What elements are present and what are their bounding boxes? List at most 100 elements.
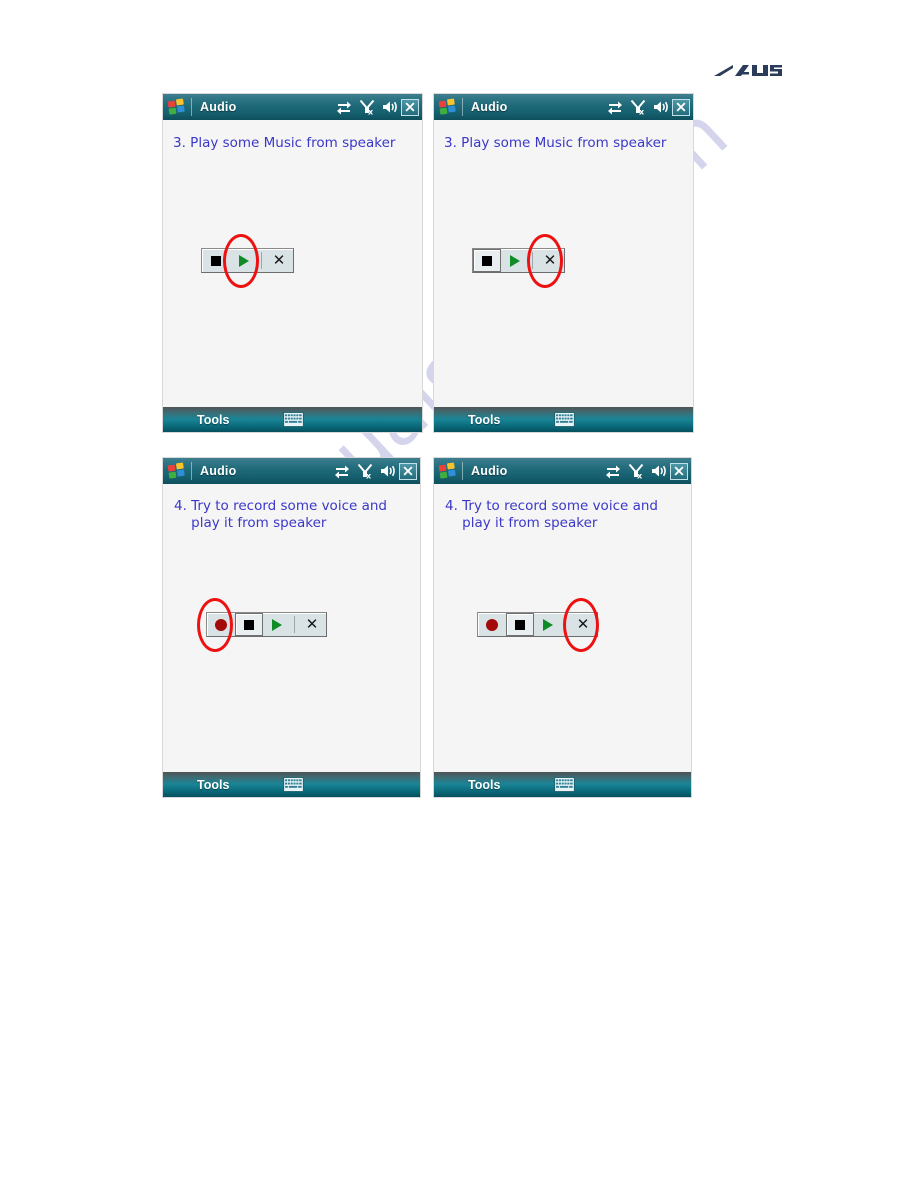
bottom-toolbar: Tools xyxy=(434,407,693,432)
close-button[interactable]: ✕ xyxy=(265,249,293,272)
toolbar-separator xyxy=(261,252,262,269)
window-close-button[interactable] xyxy=(670,462,688,480)
signal-off-icon[interactable]: x xyxy=(628,463,644,481)
keyboard-icon[interactable] xyxy=(283,412,305,427)
volume-icon[interactable] xyxy=(653,99,669,115)
volume-icon[interactable] xyxy=(651,463,667,479)
titlebar: Audio x xyxy=(434,458,691,484)
instruction-text: 4. Try to record some voice and play it … xyxy=(174,498,387,531)
titlebar-divider xyxy=(462,98,463,116)
stop-button[interactable] xyxy=(235,613,263,636)
stop-button[interactable] xyxy=(506,613,534,636)
titlebar-status-icons: x xyxy=(334,463,396,481)
bottom-toolbar: Tools xyxy=(163,772,420,797)
play-button[interactable] xyxy=(501,249,529,272)
instruction-text: 4. Try to record some voice and play it … xyxy=(445,498,658,531)
play-button[interactable] xyxy=(230,249,258,272)
play-button[interactable] xyxy=(534,613,562,636)
play-icon xyxy=(510,254,520,267)
audio-control-toolbar: ✕ xyxy=(206,612,327,637)
record-icon xyxy=(486,618,498,631)
device-panel-4: Audio x 4. Try to record some voice and … xyxy=(434,458,691,797)
close-icon: ✕ xyxy=(543,251,557,269)
connectivity-icon[interactable] xyxy=(607,99,623,115)
signal-off-icon[interactable]: x xyxy=(630,99,646,117)
toolbar-separator xyxy=(565,616,566,633)
windows-logo-icon xyxy=(438,98,457,116)
record-button[interactable] xyxy=(478,613,506,636)
connectivity-icon[interactable] xyxy=(334,463,350,479)
titlebar-divider xyxy=(191,462,192,480)
device-panel-1: Audio x 3. Play some Music from speaker … xyxy=(163,94,422,432)
stop-icon xyxy=(211,255,221,266)
audio-control-toolbar: ✕ xyxy=(201,248,294,273)
window-close-button[interactable] xyxy=(672,98,690,116)
window-close-button[interactable] xyxy=(401,98,419,116)
tools-menu-button[interactable]: Tools xyxy=(197,778,229,792)
close-icon: ✕ xyxy=(305,615,319,633)
stop-button[interactable] xyxy=(202,249,230,272)
instruction-text: 3. Play some Music from speaker xyxy=(173,135,396,151)
volume-icon[interactable] xyxy=(382,99,398,115)
audio-control-toolbar: ✕ xyxy=(477,612,598,637)
titlebar: Audio x xyxy=(163,94,422,120)
close-icon: ✕ xyxy=(272,251,286,269)
keyboard-icon[interactable] xyxy=(283,777,305,792)
keyboard-icon[interactable] xyxy=(554,777,576,792)
titlebar-divider xyxy=(462,462,463,480)
tools-menu-button[interactable]: Tools xyxy=(468,413,500,427)
window-title: Audio xyxy=(200,464,237,478)
audio-control-toolbar-wrapper: ✕ xyxy=(472,234,565,288)
tools-menu-button[interactable]: Tools xyxy=(468,778,500,792)
client-area: 4. Try to record some voice and play it … xyxy=(163,484,420,772)
connectivity-icon[interactable] xyxy=(605,463,621,479)
play-icon xyxy=(272,618,282,631)
stop-button[interactable] xyxy=(473,249,501,272)
device-panel-2: Audio x 3. Play some Music from speaker … xyxy=(434,94,693,432)
keyboard-icon[interactable] xyxy=(554,412,576,427)
windows-logo-icon xyxy=(167,462,186,480)
titlebar-status-icons: x xyxy=(607,99,669,117)
device-panel-3: Audio x 4. Try to record some voice and … xyxy=(163,458,420,797)
play-button[interactable] xyxy=(263,613,291,636)
client-area: 3. Play some Music from speaker ✕ xyxy=(434,120,693,407)
toolbar-separator xyxy=(532,252,533,269)
play-icon xyxy=(239,254,249,267)
audio-control-toolbar-wrapper: ✕ xyxy=(477,598,599,652)
client-area: 4. Try to record some voice and play it … xyxy=(434,484,691,772)
svg-text:x: x xyxy=(368,108,374,116)
bottom-toolbar: Tools xyxy=(434,772,691,797)
titlebar: Audio x xyxy=(434,94,693,120)
window-title: Audio xyxy=(471,464,508,478)
connectivity-icon[interactable] xyxy=(336,99,352,115)
signal-off-icon[interactable]: x xyxy=(357,463,373,481)
volume-icon[interactable] xyxy=(380,463,396,479)
close-button[interactable]: ✕ xyxy=(536,249,564,272)
stop-icon xyxy=(515,619,525,630)
tools-menu-button[interactable]: Tools xyxy=(197,413,229,427)
titlebar-divider xyxy=(191,98,192,116)
toolbar-separator xyxy=(294,616,295,633)
close-icon: ✕ xyxy=(576,615,590,633)
client-area: 3. Play some Music from speaker ✕ xyxy=(163,120,422,407)
stop-icon xyxy=(244,619,254,630)
window-title: Audio xyxy=(200,100,237,114)
stop-icon xyxy=(482,255,492,266)
svg-text:x: x xyxy=(639,108,645,116)
record-button[interactable] xyxy=(207,613,235,636)
window-close-button[interactable] xyxy=(399,462,417,480)
asus-logo xyxy=(713,60,783,82)
titlebar-status-icons: x xyxy=(605,463,667,481)
play-icon xyxy=(543,618,553,631)
close-button[interactable]: ✕ xyxy=(298,613,326,636)
titlebar-status-icons: x xyxy=(336,99,398,117)
audio-control-toolbar-wrapper: ✕ xyxy=(201,234,294,288)
instruction-text: 3. Play some Music from speaker xyxy=(444,135,667,151)
signal-off-icon[interactable]: x xyxy=(359,99,375,117)
svg-text:x: x xyxy=(366,472,372,480)
titlebar: Audio x xyxy=(163,458,420,484)
windows-logo-icon xyxy=(167,98,186,116)
audio-control-toolbar-wrapper: ✕ xyxy=(197,598,327,652)
record-icon xyxy=(215,618,227,631)
close-button[interactable]: ✕ xyxy=(569,613,597,636)
